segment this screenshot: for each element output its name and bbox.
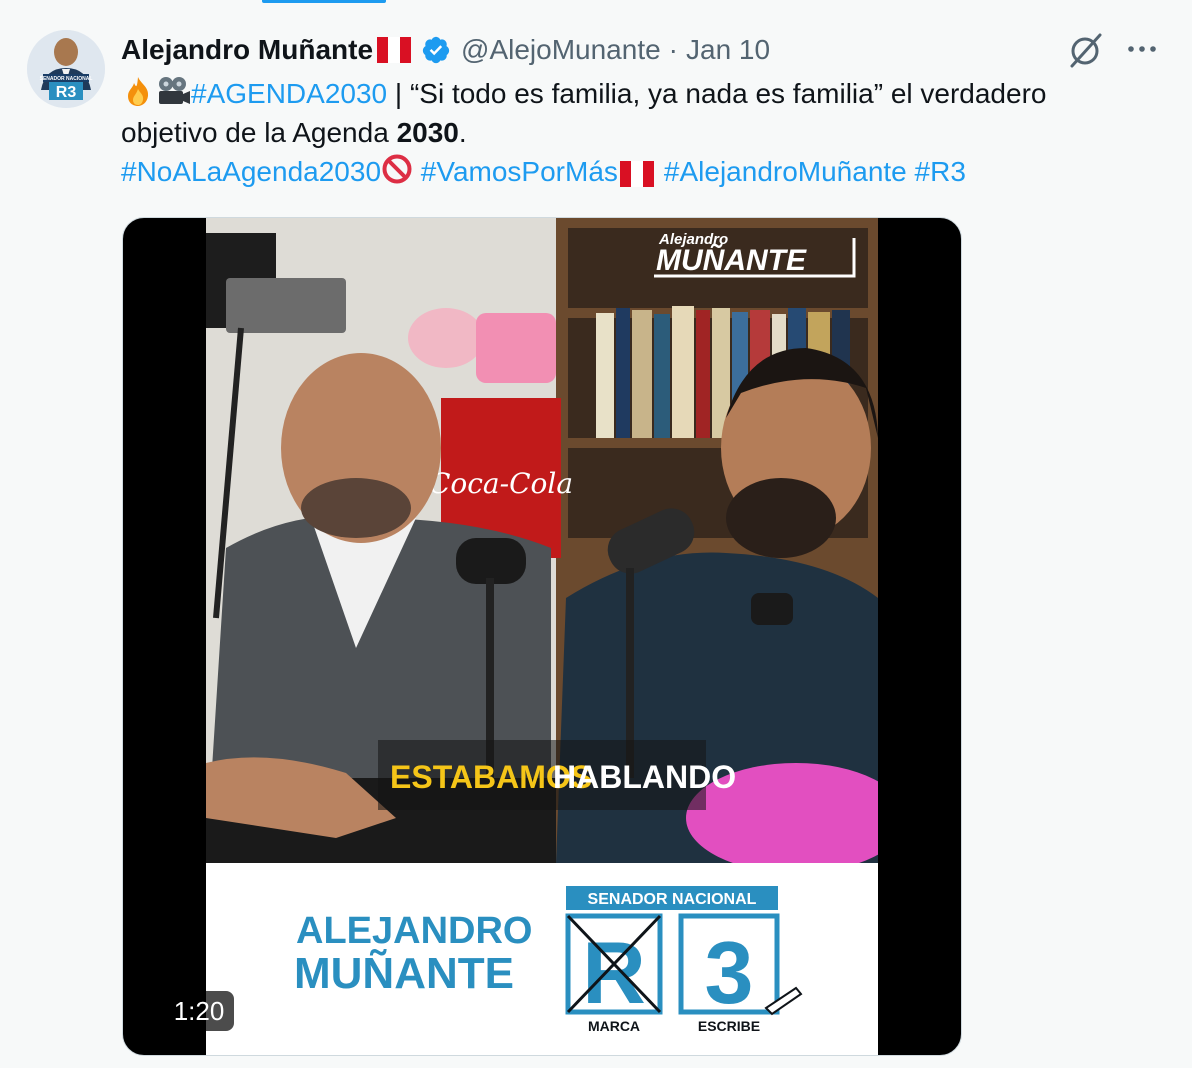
grok-icon[interactable] bbox=[1066, 30, 1106, 70]
tweet-date[interactable]: Jan 10 bbox=[686, 34, 770, 66]
avatar-badge: R3 bbox=[56, 84, 77, 101]
peru-flag-icon bbox=[619, 160, 654, 187]
tweet-line-1-text: | “Si todo es familia, ya nada es famili… bbox=[387, 78, 1047, 109]
author-handle[interactable]: @AlejoMunante bbox=[461, 34, 661, 66]
banner-name-line-1: ALEJANDRO bbox=[296, 910, 532, 952]
tab-indicator bbox=[262, 0, 386, 3]
banner-number: 3 bbox=[705, 923, 754, 1022]
tweet-line-3: #NoALaAgenda2030 #VamosPorMás #AlejandroM… bbox=[121, 152, 1161, 191]
hashtag-r3[interactable]: #R3 bbox=[915, 156, 966, 187]
display-name[interactable]: Alejandro Muñante bbox=[121, 34, 373, 66]
video-frame[interactable]: Coca-Cola Alejandro MUÑANTE ESTABAMOS HA… bbox=[206, 218, 878, 1055]
more-icon[interactable] bbox=[1124, 32, 1160, 68]
tweet-line-2-text: objetivo de la Agenda bbox=[121, 117, 397, 148]
separator-dot: · bbox=[668, 34, 678, 65]
top-bar bbox=[0, 0, 1192, 4]
tweet-text: #AGENDA2030 | “Si todo es familia, ya na… bbox=[121, 74, 1161, 191]
video-player[interactable]: Coca-Cola Alejandro MUÑANTE ESTABAMOS HA… bbox=[122, 217, 962, 1056]
tweet-header: Alejandro Muñante @AlejoMunante · Jan 10 bbox=[121, 30, 770, 70]
banner-title: SENADOR NACIONAL bbox=[588, 891, 757, 908]
hashtag-alejandro-munante[interactable]: #AlejandroMuñante bbox=[664, 156, 907, 187]
mug-text: Coca-Cola bbox=[429, 467, 573, 500]
tweet-line-2: objetivo de la Agenda 2030. bbox=[121, 113, 1161, 152]
brand-overlay-big: MUÑANTE bbox=[656, 243, 807, 277]
tweet-bold-year: 2030 bbox=[396, 117, 459, 148]
hashtag-agenda2030[interactable]: #AGENDA2030 bbox=[191, 78, 387, 109]
avatar[interactable]: SENADOR NACIONAL R3 bbox=[27, 30, 105, 108]
tweet-line-1: #AGENDA2030 | “Si todo es familia, ya na… bbox=[121, 74, 1161, 113]
tweet-line-2-end: . bbox=[458, 117, 467, 148]
banner-label-left: MARCA bbox=[588, 1018, 640, 1034]
video-duration: 1:20 bbox=[164, 991, 234, 1031]
peru-flag-icon bbox=[377, 37, 411, 63]
subtitle-word-2: HABLANDO bbox=[553, 759, 736, 795]
verified-badge-icon[interactable] bbox=[421, 35, 451, 65]
fire-icon bbox=[128, 77, 149, 106]
prohibited-icon bbox=[382, 154, 412, 184]
hashtag-no-a-la-agenda[interactable]: #NoALaAgenda2030 bbox=[121, 156, 381, 187]
avatar-caption: SENADOR NACIONAL bbox=[40, 76, 93, 82]
hashtag-vamos-por-mas[interactable]: #VamosPorMás bbox=[421, 156, 618, 187]
banner-label-right: ESCRIBE bbox=[698, 1018, 760, 1034]
banner-letter: R bbox=[582, 923, 646, 1022]
film-projector-icon bbox=[159, 77, 190, 104]
banner-name-line-2: MUÑANTE bbox=[294, 948, 514, 998]
microphone-left bbox=[456, 538, 526, 584]
avatar-image: SENADOR NACIONAL R3 bbox=[27, 30, 105, 108]
